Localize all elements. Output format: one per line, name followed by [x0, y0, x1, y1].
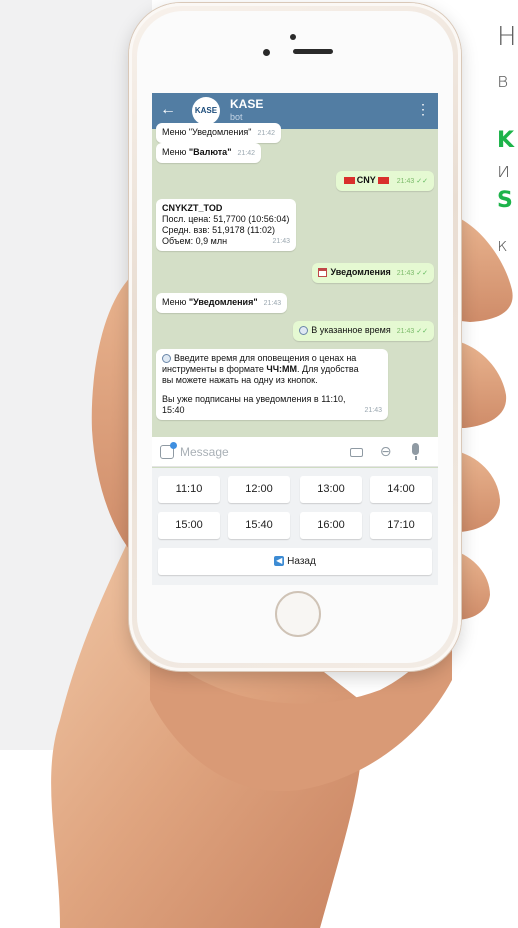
front-camera [263, 49, 270, 56]
message-bubble: Меню "Уведомления" 21:42 [156, 123, 282, 143]
microphone-icon[interactable] [412, 443, 419, 460]
message-line-1: Введите время для оповещения о ценах на [174, 353, 357, 363]
double-check-icon: ✓✓ [416, 270, 428, 277]
time-button[interactable]: 17:10 [370, 512, 432, 539]
message-text: Меню [162, 147, 189, 157]
message-text: Меню "Уведомления" [162, 127, 252, 137]
message-bold-text: "Уведомления" [188, 297, 258, 307]
more-menu-icon[interactable]: ⋮ [416, 102, 430, 116]
clock-icon [299, 326, 309, 336]
chat-subtitle: bot [230, 112, 243, 122]
double-check-icon: ✓✓ [416, 328, 428, 335]
message-time: 21:43 [396, 178, 415, 185]
outgoing-message-bubble: Уведомления 21:43 ✓✓ [312, 263, 434, 283]
time-button[interactable]: 13:00 [300, 476, 362, 503]
chat-title[interactable]: KASE [230, 97, 263, 111]
phone-screen: ← KASE KASE bot ⋮ Меню "Уведомления" 21:4… [152, 93, 438, 585]
earpiece-speaker [293, 49, 333, 54]
time-button[interactable]: 15:40 [228, 512, 290, 539]
quote-title: CNYKZT_TOD [162, 203, 223, 213]
message-time: 21:43 [396, 328, 415, 335]
quote-last-price: Посл. цена: 51,7700 (10:56:04) [162, 214, 290, 224]
message-line-3: вы можете нажать на одну из кнопок. [162, 375, 318, 385]
quote-avg-price: Средн. взв: 51,9178 (11:02) [162, 225, 276, 235]
time-button[interactable]: 11:10 [158, 476, 220, 503]
china-flag-icon [377, 177, 389, 185]
message-bubble: Введите время для оповещения о ценах на … [156, 349, 388, 420]
back-arrow-icon: ◀ [274, 556, 285, 567]
message-text: Меню [162, 297, 189, 307]
message-time: 21:43 [263, 300, 282, 307]
quote-volume: Объем: 0,9 млн [162, 236, 228, 246]
back-button[interactable]: ◀ Назад [158, 548, 432, 575]
attach-icon[interactable]: ⊘ [376, 441, 396, 461]
back-arrow-icon[interactable]: ← [160, 102, 176, 118]
calendar-icon [318, 268, 328, 278]
outgoing-message-bubble: В указанное время 21:43 ✓✓ [293, 321, 434, 341]
message-time: 21:43 [396, 270, 415, 277]
message-time: 21:43 [364, 407, 382, 414]
message-bubble: Меню "Валюта" 21:42 [156, 143, 261, 163]
message-text: CNY [356, 175, 376, 185]
proximity-sensor [290, 34, 296, 40]
clock-icon [162, 354, 171, 364]
bot-avatar[interactable]: KASE [192, 97, 220, 125]
time-button[interactable]: 14:00 [370, 476, 432, 503]
time-button[interactable]: 16:00 [300, 512, 362, 539]
time-button[interactable]: 15:00 [158, 512, 220, 539]
message-line-2-prefix: инструменты в формате [162, 364, 267, 374]
message-time: 21:42 [237, 150, 255, 157]
message-line-2-suffix: . Для удобства [297, 364, 359, 374]
home-button[interactable] [275, 591, 321, 637]
message-line-4: Вы уже подписаны на уведомления в 11:10, [162, 394, 346, 404]
message-line-2-bold: ЧЧ:ММ [266, 364, 298, 374]
double-check-icon: ✓✓ [416, 178, 428, 185]
bot-keyboard: 11:10 12:00 13:00 14:00 15:00 15:40 16:0… [152, 468, 438, 585]
keyboard-icon[interactable] [350, 448, 363, 457]
message-text: Уведомления [330, 267, 391, 277]
message-line-5: 15:40 [162, 405, 185, 415]
message-bubble: CNYKZT_TOD Посл. цена: 51,7700 (10:56:04… [156, 199, 296, 251]
sticker-icon[interactable] [160, 442, 177, 459]
outgoing-message-bubble: CNY 21:43 ✓✓ [335, 171, 434, 191]
message-text: В указанное время [311, 325, 391, 335]
message-input-bar: ⊘ [152, 437, 438, 467]
message-time: 21:43 [272, 238, 290, 245]
chat-area[interactable]: Меню "Уведомления" 21:42 Меню "Валюта" 21:… [152, 123, 438, 437]
time-button[interactable]: 12:00 [228, 476, 290, 503]
message-time: 21:42 [257, 130, 276, 137]
china-flag-icon [343, 177, 355, 185]
message-bubble: Меню "Уведомления" 21:43 [156, 293, 288, 313]
message-bold-text: "Валюта" [188, 147, 232, 157]
back-button-label: Назад [287, 556, 316, 567]
message-input[interactable] [180, 442, 330, 462]
